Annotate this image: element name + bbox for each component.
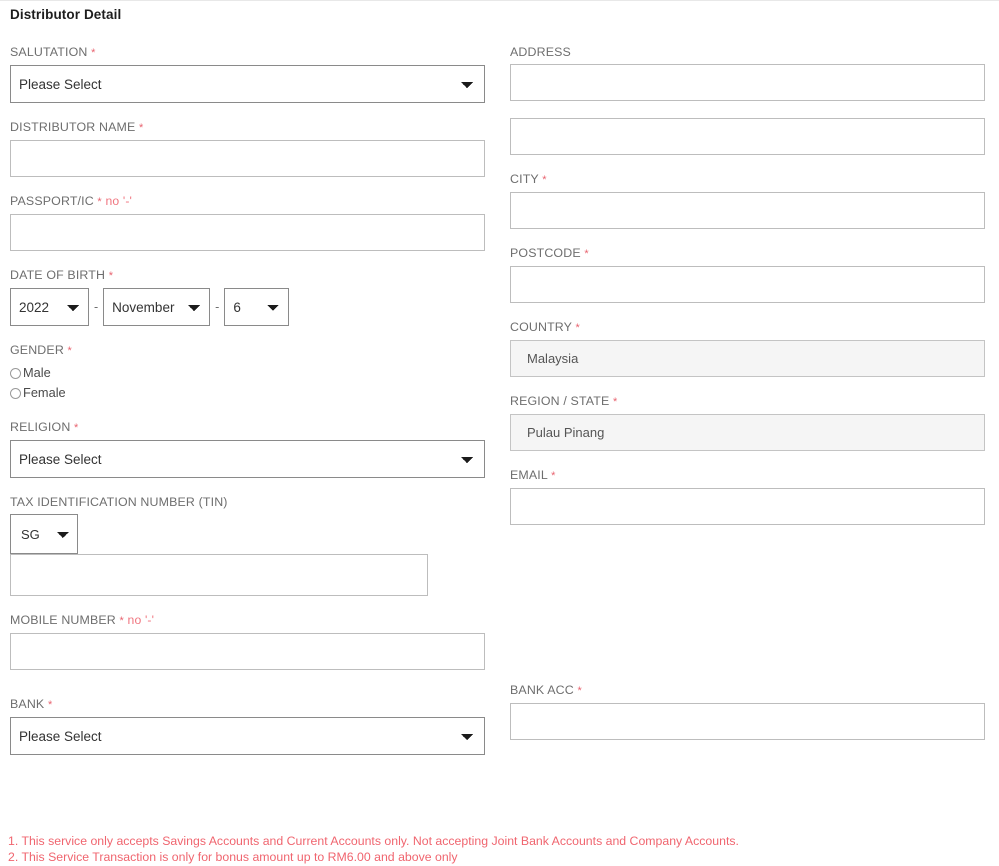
religion-select[interactable]: Please Select — [10, 440, 485, 478]
label-country: COUNTRY * — [510, 320, 580, 334]
label-mobile-number: MOBILE NUMBER * no '-' — [10, 613, 155, 627]
bank-select[interactable]: Please Select — [10, 717, 485, 755]
distributor-detail-form: Distributor Detail SALUTATION * Please S… — [0, 0, 999, 866]
required-asterisk: * — [577, 685, 582, 697]
address-line1-input[interactable] — [510, 64, 985, 101]
field-bank-acc: BANK ACC * — [510, 683, 985, 740]
label-email: EMAIL * — [510, 468, 556, 482]
label-gender: GENDER * — [10, 343, 72, 357]
dob-separator-1: - — [94, 300, 99, 314]
footer-note-1: 1. This service only accepts Savings Acc… — [8, 834, 739, 848]
form-left-column: SALUTATION * Please Select DISTRIBUTOR N… — [10, 45, 485, 755]
field-passport-ic: PASSPORT/IC * no '-' — [10, 194, 485, 251]
salutation-select[interactable]: Please Select — [10, 65, 485, 103]
dob-separator-2: - — [215, 300, 220, 314]
field-gender: GENDER * Male Female — [10, 343, 485, 403]
label-tin: TAX IDENTIFICATION NUMBER (TIN) — [10, 495, 228, 509]
field-address-line2 — [510, 118, 985, 155]
field-email: EMAIL * — [510, 468, 985, 525]
label-passport-ic: PASSPORT/IC * no '-' — [10, 194, 133, 208]
gender-option-female[interactable]: Female — [10, 383, 485, 403]
hint-no-dash: no '-' — [105, 194, 133, 208]
field-country: COUNTRY * — [510, 320, 985, 377]
required-asterisk: * — [91, 47, 96, 59]
field-address: ADDRESS — [510, 45, 985, 101]
tin-country-code-select[interactable]: SG — [10, 514, 78, 554]
tin-input[interactable] — [10, 554, 428, 596]
field-date-of-birth: DATE OF BIRTH * 2022 - November - 6 — [10, 268, 485, 326]
dob-day-select[interactable]: 6 — [224, 288, 290, 326]
field-city: CITY * — [510, 172, 985, 229]
required-asterisk: * — [542, 174, 547, 186]
postcode-input[interactable] — [510, 266, 985, 303]
field-salutation: SALUTATION * Please Select — [10, 45, 485, 103]
label-salutation: SALUTATION * — [10, 45, 96, 59]
gender-label-male: Male — [23, 365, 51, 380]
required-asterisk: * — [67, 345, 72, 357]
label-date-of-birth: DATE OF BIRTH * — [10, 268, 114, 282]
gender-label-female: Female — [23, 385, 66, 400]
passport-ic-input[interactable] — [10, 214, 485, 251]
required-asterisk: * — [74, 422, 79, 434]
field-postcode: POSTCODE * — [510, 246, 985, 303]
required-asterisk: * — [108, 270, 114, 282]
field-mobile-number: MOBILE NUMBER * no '-' — [10, 613, 485, 670]
required-asterisk: * — [97, 196, 102, 208]
page-title: Distributor Detail — [10, 7, 122, 22]
required-asterisk: * — [613, 396, 618, 408]
address-line2-input[interactable] — [510, 118, 985, 155]
label-bank-acc: BANK ACC * — [510, 683, 582, 697]
label-bank: BANK * — [10, 697, 53, 711]
date-of-birth-row: 2022 - November - 6 — [10, 288, 485, 326]
gender-option-male[interactable]: Male — [10, 363, 485, 383]
dob-year-select[interactable]: 2022 — [10, 288, 89, 326]
required-asterisk: * — [584, 248, 589, 260]
hint-no-dash: no '-' — [127, 613, 155, 627]
label-address: ADDRESS — [510, 45, 571, 59]
label-distributor-name: DISTRIBUTOR NAME * — [10, 120, 144, 134]
city-input[interactable] — [510, 192, 985, 229]
field-tin: TAX IDENTIFICATION NUMBER (TIN) SG — [10, 495, 485, 596]
distributor-name-input[interactable] — [10, 140, 485, 177]
label-city: CITY * — [510, 172, 547, 186]
required-asterisk: * — [139, 122, 144, 134]
label-religion: RELIGION * — [10, 420, 79, 434]
dob-month-select[interactable]: November — [103, 288, 211, 326]
footer-notes: 1. This service only accepts Savings Acc… — [8, 834, 739, 865]
radio-icon-female[interactable] — [10, 387, 21, 399]
field-distributor-name: DISTRIBUTOR NAME * — [10, 120, 485, 177]
bank-acc-input[interactable] — [510, 703, 985, 740]
country-input — [510, 340, 985, 377]
region-state-input — [510, 414, 985, 451]
required-asterisk: * — [119, 615, 124, 627]
field-region-state: REGION / STATE * — [510, 394, 985, 451]
required-asterisk: * — [47, 699, 53, 711]
field-religion: RELIGION * Please Select — [10, 420, 485, 478]
label-region-state: REGION / STATE * — [510, 394, 618, 408]
field-bank: BANK * Please Select — [10, 697, 485, 755]
radio-icon-male[interactable] — [10, 367, 21, 379]
form-right-column: ADDRESS CITY * POSTCODE * COUNTRY * Mala… — [510, 45, 985, 740]
label-postcode: POSTCODE * — [510, 246, 589, 260]
required-asterisk: * — [575, 322, 580, 334]
mobile-number-input[interactable] — [10, 633, 485, 670]
footer-note-2: 2. This Service Transaction is only for … — [8, 849, 458, 864]
email-input[interactable] — [510, 488, 985, 525]
required-asterisk: * — [551, 470, 556, 482]
